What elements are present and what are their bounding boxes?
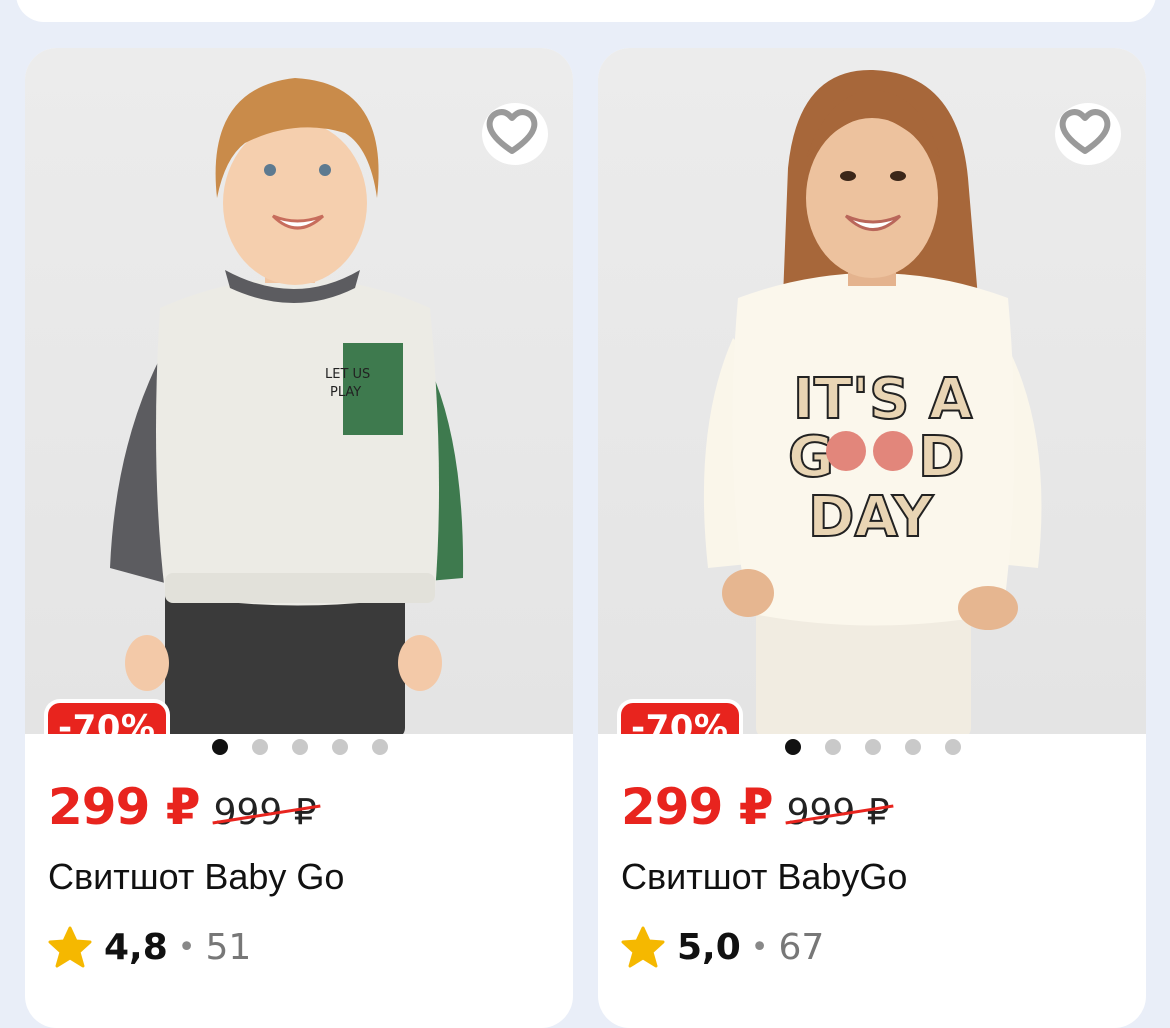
print-line-1: LET US (325, 367, 370, 382)
pagination-dot[interactable] (212, 739, 228, 755)
favorite-button[interactable] (482, 103, 548, 165)
rating-row: 4,8 • 51 (48, 926, 251, 968)
pagination-dot[interactable] (332, 739, 348, 755)
discount-badge: -70% (48, 703, 166, 734)
old-price: 999 ₽ (213, 792, 317, 833)
separator: • (750, 929, 769, 965)
pagination-dot[interactable] (905, 739, 921, 755)
print-line-2b: D (918, 425, 964, 490)
product-title[interactable]: Свитшот BabyGo (621, 856, 907, 898)
print-line-2: PLAY (330, 385, 361, 400)
product-title[interactable]: Свитшот Baby Go (48, 856, 344, 898)
star-icon (621, 926, 665, 968)
print-line-1: IT'S A (793, 367, 973, 432)
pagination-dot[interactable] (785, 739, 801, 755)
pagination-dot[interactable] (292, 739, 308, 755)
pagination-dot[interactable] (252, 739, 268, 755)
favorite-button[interactable] (1055, 103, 1121, 165)
discount-badge: -70% (621, 703, 739, 734)
pagination-dot[interactable] (865, 739, 881, 755)
reviews-count: 51 (205, 926, 252, 968)
product-card[interactable]: IT'S A G D DAY -70% 299 ₽ 999 ₽ Свитшот … (598, 48, 1146, 1028)
search-panel-bottom (16, 0, 1156, 22)
separator: • (177, 929, 196, 965)
pagination-dot[interactable] (372, 739, 388, 755)
price-row: 299 ₽ 999 ₽ (621, 778, 890, 836)
product-image[interactable]: IT'S A G D DAY -70% (598, 48, 1146, 734)
image-pagination[interactable] (212, 739, 388, 755)
reviews-count: 67 (778, 926, 825, 968)
current-price: 299 ₽ (48, 778, 201, 836)
print-line-3: DAY (808, 485, 934, 550)
rating-value: 4,8 (104, 926, 168, 968)
price-row: 299 ₽ 999 ₽ (48, 778, 317, 836)
heart-icon (1059, 109, 1111, 154)
product-card[interactable]: LET US PLAY -70% 299 ₽ 999 ₽ Свитшот Bab… (25, 48, 573, 1028)
image-pagination[interactable] (785, 739, 961, 755)
pagination-dot[interactable] (945, 739, 961, 755)
current-price: 299 ₽ (621, 778, 774, 836)
rating-value: 5,0 (677, 926, 741, 968)
rating-row: 5,0 • 67 (621, 926, 824, 968)
product-image[interactable]: LET US PLAY -70% (25, 48, 573, 734)
star-icon (48, 926, 92, 968)
print-line-2a: G (788, 425, 834, 490)
heart-icon (486, 109, 538, 154)
old-price: 999 ₽ (786, 792, 890, 833)
pagination-dot[interactable] (825, 739, 841, 755)
